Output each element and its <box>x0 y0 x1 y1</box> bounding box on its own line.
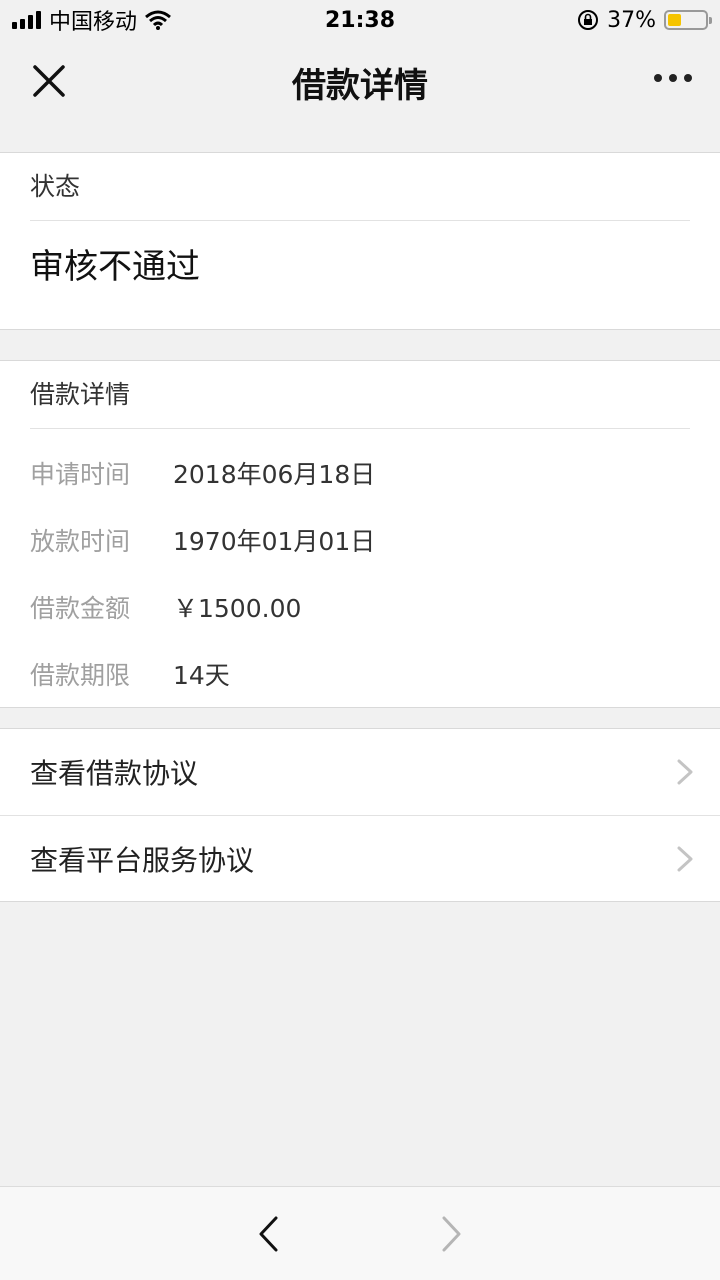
detail-label: 放款时间 <box>30 526 131 556</box>
detail-value: ￥1500.00 <box>173 593 302 623</box>
link-label: 查看平台服务协议 <box>30 843 255 877</box>
page: 中国移动 21:38 37% 借款详情 状态 审核不通过 借款详情 申请时间 2… <box>0 0 720 1280</box>
agreements-card: 查看借款协议 查看平台服务协议 <box>0 728 720 902</box>
view-loan-agreement-link[interactable]: 查看借款协议 <box>0 729 720 815</box>
forward-arrow-icon[interactable] <box>440 1215 464 1253</box>
status-card: 状态 审核不通过 <box>0 152 720 330</box>
close-icon[interactable] <box>30 62 68 100</box>
more-dots-icon[interactable] <box>654 74 692 82</box>
carrier-label: 中国移动 <box>49 10 138 35</box>
detail-list: 申请时间 2018年06月18日 放款时间 1970年01月01日 借款金额 ￥… <box>0 429 720 707</box>
status-bar: 中国移动 21:38 37% <box>0 0 720 40</box>
battery-fill <box>668 14 682 26</box>
status-value: 审核不通过 <box>30 247 200 287</box>
rotation-lock-icon <box>578 10 599 30</box>
battery-icon <box>664 10 712 30</box>
status-right: 37% <box>577 7 712 33</box>
bottom-toolbar <box>0 1186 720 1280</box>
page-title: 借款详情 <box>292 65 428 106</box>
detail-label: 借款金额 <box>30 593 131 623</box>
status-left: 中国移动 <box>12 4 171 36</box>
chevron-right-icon <box>677 846 693 871</box>
detail-value: 14天 <box>173 660 230 690</box>
detail-row-disburse-time: 放款时间 1970年01月01日 <box>0 506 720 573</box>
battery-percent: 37% <box>607 7 656 33</box>
wifi-icon <box>145 10 171 30</box>
back-arrow-icon[interactable] <box>256 1215 280 1253</box>
chevron-right-icon <box>677 759 693 785</box>
detail-label: 借款期限 <box>30 660 131 690</box>
view-platform-agreement-link[interactable]: 查看平台服务协议 <box>0 815 720 901</box>
detail-label: 申请时间 <box>30 459 131 489</box>
loan-detail-card: 借款详情 申请时间 2018年06月18日 放款时间 1970年01月01日 借… <box>0 360 720 708</box>
nav-bar: 借款详情 <box>0 40 720 124</box>
detail-row-amount: 借款金额 ￥1500.00 <box>0 573 720 640</box>
detail-value: 2018年06月18日 <box>173 459 376 489</box>
detail-row-term: 借款期限 14天 <box>0 640 720 707</box>
status-heading: 状态 <box>30 153 690 221</box>
signal-icon <box>12 11 41 29</box>
detail-value: 1970年01月01日 <box>173 526 376 556</box>
detail-row-apply-time: 申请时间 2018年06月18日 <box>0 439 720 506</box>
link-label: 查看借款协议 <box>30 757 199 790</box>
loan-detail-heading: 借款详情 <box>30 361 690 429</box>
